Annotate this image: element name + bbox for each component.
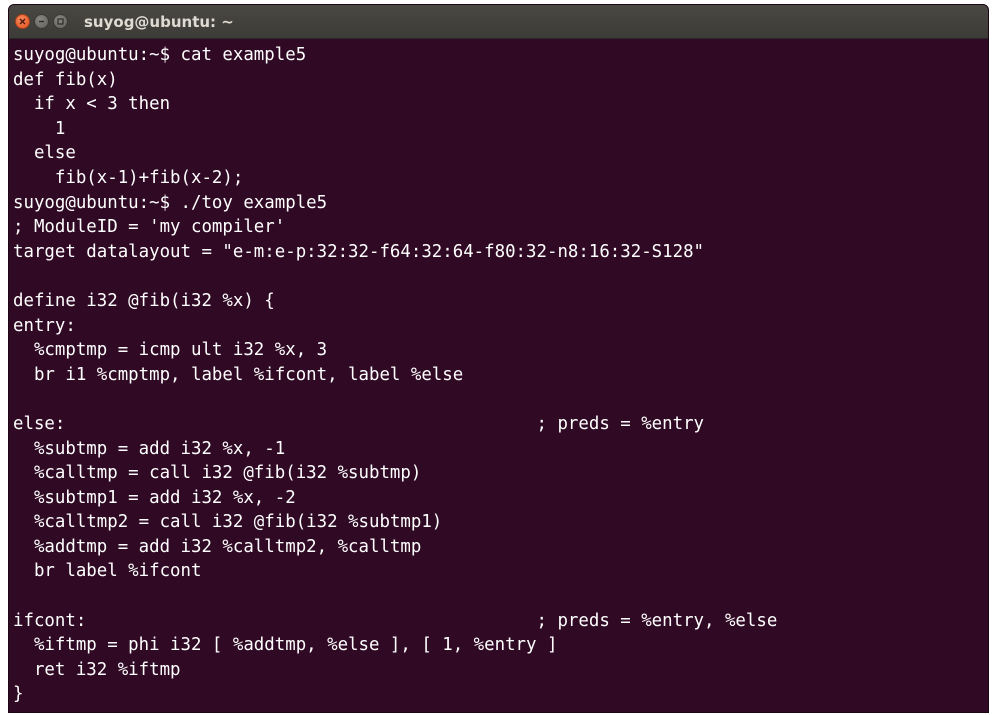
terminal-line: %calltmp = call i32 @fib(i32 %subtmp): [13, 463, 422, 484]
terminal-line: else: ; preds = %entry: [13, 413, 705, 434]
minimize-icon[interactable]: [34, 14, 49, 29]
terminal-line: %subtmp1 = add i32 %x, -2: [13, 487, 296, 508]
terminal-line: 1: [13, 118, 66, 139]
terminal-line: else: [13, 143, 76, 164]
terminal-line: %iftmp = phi i32 [ %addtmp, %else ], [ 1…: [13, 635, 558, 656]
terminal-line: ; ModuleID = 'my compiler': [13, 217, 286, 238]
terminal-line: br label %ifcont: [13, 561, 202, 582]
terminal-line: %addtmp = add i32 %calltmp2, %calltmp: [13, 536, 422, 557]
title-bar[interactable]: suyog@ubuntu: ~: [9, 5, 988, 39]
terminal-line: %calltmp2 = call i32 @fib(i32 %subtmp1): [13, 512, 443, 533]
terminal-line: entry:: [13, 315, 76, 336]
terminal-line: if x < 3 then: [13, 94, 171, 115]
terminal-line: %cmptmp = icmp ult i32 %x, 3: [13, 340, 328, 361]
terminal-line: br i1 %cmptmp, label %ifcont, label %els…: [13, 364, 464, 385]
terminal-line: %subtmp = add i32 %x, -1: [13, 438, 286, 459]
terminal-line: }: [13, 684, 24, 705]
maximize-icon[interactable]: [53, 14, 68, 29]
terminal-line: suyog@ubuntu:~$ ./toy example5: [13, 192, 328, 213]
terminal-line: target datalayout = "e-m:e-p:32:32-f64:3…: [13, 241, 705, 262]
terminal-window: suyog@ubuntu: ~ suyog@ubuntu:~$ cat exam…: [8, 4, 989, 713]
terminal-output[interactable]: suyog@ubuntu:~$ cat example5 def fib(x) …: [9, 39, 988, 707]
terminal-line: define i32 @fib(i32 %x) {: [13, 290, 275, 311]
close-icon[interactable]: [15, 14, 30, 29]
terminal-line: ret i32 %iftmp: [13, 659, 181, 680]
terminal-line: fib(x-1)+fib(x-2);: [13, 167, 244, 188]
terminal-line: ifcont: ; preds = %entry, %else: [13, 610, 778, 631]
terminal-line: suyog@ubuntu:~$ cat example5: [13, 45, 307, 65]
terminal-line: def fib(x): [13, 69, 118, 90]
window-title: suyog@ubuntu: ~: [84, 12, 234, 31]
